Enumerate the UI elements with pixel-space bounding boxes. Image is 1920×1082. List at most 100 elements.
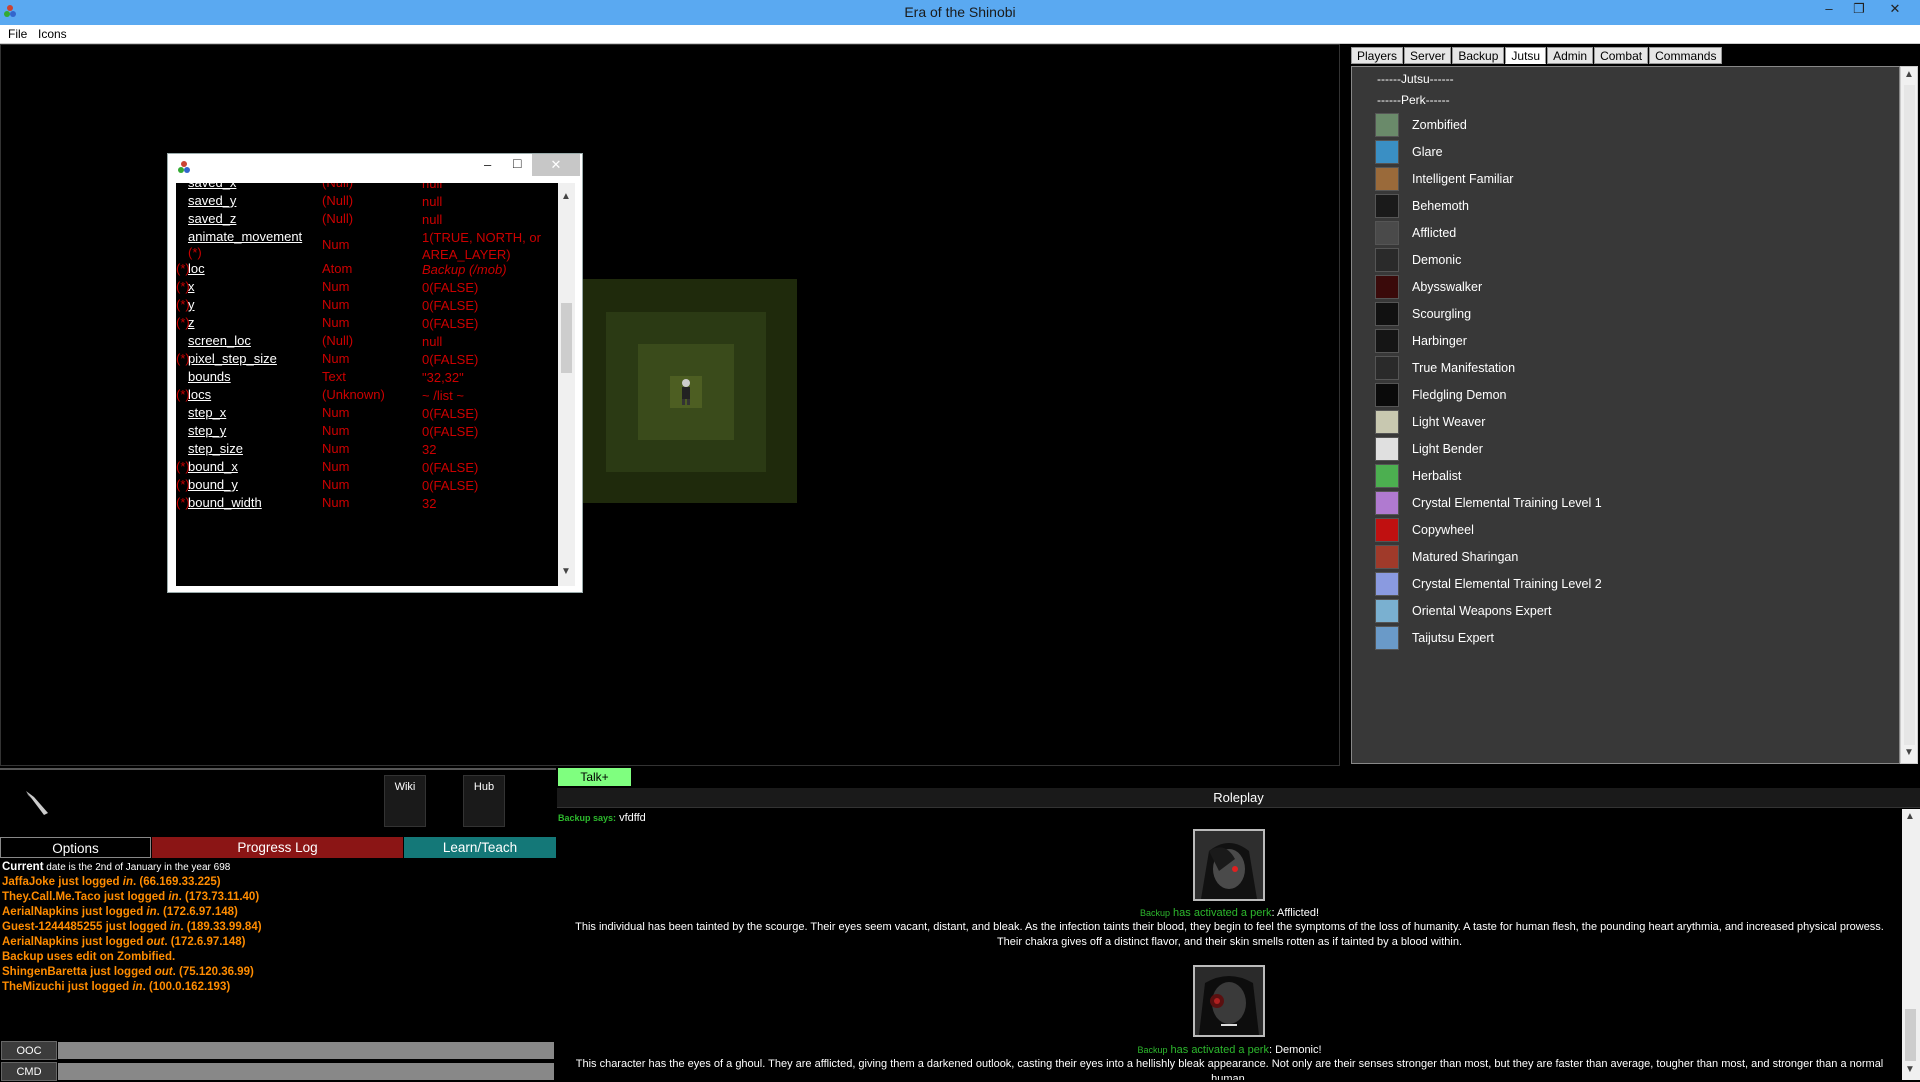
variable-value[interactable]: Backup (/mob) [422, 261, 558, 278]
perk-item[interactable]: Scourgling [1375, 301, 1875, 328]
scroll-down-icon[interactable]: ▼ [1905, 1064, 1915, 1075]
variable-value[interactable]: null [422, 183, 558, 192]
variable-name[interactable]: screen_loc [188, 333, 251, 348]
perk-name[interactable]: Behemoth [1412, 199, 1469, 213]
perk-icon[interactable] [1375, 410, 1399, 434]
variable-name[interactable]: bound_y [188, 477, 238, 492]
perk-item[interactable]: Abysswalker [1375, 274, 1875, 301]
variable-value[interactable]: 0(FALSE) [422, 279, 558, 296]
inspector-row[interactable]: bound_width (*) Num 32 [176, 495, 558, 517]
perk-list[interactable]: ------Jutsu------ ------Perk------ Zombi… [1351, 66, 1900, 764]
perk-icon[interactable] [1375, 275, 1399, 299]
perk-icon[interactable] [1375, 329, 1399, 353]
perk-item[interactable]: Behemoth [1375, 193, 1875, 220]
perk-name[interactable]: Abysswalker [1412, 280, 1482, 294]
ooc-input[interactable] [58, 1042, 554, 1059]
progress-log-button[interactable]: Progress Log [152, 837, 403, 858]
hub-button[interactable]: Hub [463, 775, 505, 827]
tab-admin[interactable]: Admin [1547, 47, 1594, 64]
restore-button[interactable]: ❐ [1844, 1, 1874, 21]
variable-value[interactable]: 0(FALSE) [422, 351, 558, 368]
perk-item[interactable]: True Manifestation [1375, 355, 1875, 382]
perk-list-scrollbar[interactable]: ▲ ▼ [1900, 66, 1918, 764]
perk-name[interactable]: Harbinger [1412, 334, 1467, 348]
cmd-input[interactable] [58, 1063, 554, 1080]
perk-scroll-track[interactable] [1904, 85, 1915, 745]
chat-scroll-thumb[interactable] [1905, 1009, 1916, 1061]
perk-name[interactable]: Light Weaver [1412, 415, 1485, 429]
variable-value[interactable]: 0(FALSE) [422, 477, 558, 494]
variable-name[interactable]: pixel_step_size [188, 351, 277, 366]
variable-value[interactable]: "32,32" [422, 369, 558, 386]
tab-server[interactable]: Server [1404, 47, 1452, 64]
perk-item[interactable]: Demonic [1375, 247, 1875, 274]
inspector-close-button[interactable]: ✕ [532, 154, 580, 176]
perk-icon[interactable] [1375, 599, 1399, 623]
perk-icon[interactable] [1375, 464, 1399, 488]
variable-name[interactable]: locs [188, 387, 211, 402]
tab-commands[interactable]: Commands [1649, 47, 1723, 64]
variable-name[interactable]: bound_width [188, 495, 262, 510]
variable-name[interactable]: saved_y [188, 193, 236, 208]
perk-name[interactable]: Afflicted [1412, 226, 1456, 240]
options-button[interactable]: Options [0, 837, 151, 858]
perk-item[interactable]: Matured Sharingan [1375, 544, 1875, 571]
perk-icon[interactable] [1375, 491, 1399, 515]
variable-name[interactable]: z [188, 315, 195, 330]
variable-name[interactable]: animate_movement [188, 229, 322, 244]
perk-item[interactable]: Light Bender [1375, 436, 1875, 463]
scroll-down-icon[interactable]: ▼ [561, 566, 571, 577]
learn-teach-button[interactable]: Learn/Teach [404, 837, 556, 858]
tab-combat[interactable]: Combat [1594, 47, 1649, 64]
variable-value[interactable]: 32 [422, 441, 558, 458]
perk-icon[interactable] [1375, 437, 1399, 461]
perk-item[interactable]: Intelligent Familiar [1375, 166, 1875, 193]
scroll-up-icon[interactable]: ▲ [1904, 69, 1914, 80]
perk-item[interactable]: Fledgling Demon [1375, 382, 1875, 409]
perk-item[interactable]: Harbinger [1375, 328, 1875, 355]
variable-value[interactable]: 0(FALSE) [422, 315, 558, 332]
inspector-scrollbar[interactable]: ▲ ▼ [558, 183, 575, 586]
perk-icon[interactable] [1375, 140, 1399, 164]
menu-file[interactable]: File [8, 27, 27, 41]
variable-value[interactable]: 1(TRUE, NORTH, or AREA_LAYER) [422, 229, 558, 263]
menu-icons[interactable]: Icons [38, 27, 67, 41]
variable-value[interactable]: null [422, 193, 558, 210]
perk-icon[interactable] [1375, 626, 1399, 650]
inspector-minimize-button[interactable]: – [484, 157, 491, 172]
perk-item[interactable]: Glare [1375, 139, 1875, 166]
perk-name[interactable]: True Manifestation [1412, 361, 1515, 375]
perk-name[interactable]: Herbalist [1412, 469, 1461, 483]
player-character-sprite[interactable] [678, 378, 694, 406]
variable-name[interactable]: step_size [188, 441, 243, 456]
variable-value[interactable]: 0(FALSE) [422, 459, 558, 476]
perk-name[interactable]: Crystal Elemental Training Level 2 [1412, 577, 1602, 591]
perk-item[interactable]: Light Weaver [1375, 409, 1875, 436]
inspector-title-bar[interactable]: – □ ✕ [168, 154, 582, 179]
perk-icon[interactable] [1375, 572, 1399, 596]
perk-name[interactable]: Zombified [1412, 118, 1467, 132]
inspector-scroll-thumb[interactable] [561, 303, 572, 373]
scroll-down-icon[interactable]: ▼ [1904, 747, 1914, 758]
perk-item[interactable]: Taijutsu Expert [1375, 625, 1875, 652]
perk-icon[interactable] [1375, 545, 1399, 569]
scroll-up-icon[interactable]: ▲ [561, 191, 571, 202]
variable-name[interactable]: x [188, 279, 195, 294]
wiki-button[interactable]: Wiki [384, 775, 426, 827]
variable-value[interactable]: 0(FALSE) [422, 297, 558, 314]
tab-players[interactable]: Players [1351, 47, 1404, 64]
close-button[interactable]: ✕ [1880, 1, 1910, 21]
variable-name[interactable]: saved_x [188, 183, 236, 190]
perk-item[interactable]: Oriental Weapons Expert [1375, 598, 1875, 625]
perk-icon[interactable] [1375, 302, 1399, 326]
variable-value[interactable]: ~ /list ~ [422, 387, 558, 404]
scroll-up-icon[interactable]: ▲ [1905, 811, 1915, 822]
perk-item[interactable]: Crystal Elemental Training Level 1 [1375, 490, 1875, 517]
chat-scrollbar[interactable]: ▲ ▼ [1902, 809, 1920, 1080]
kunai-icon[interactable] [22, 787, 54, 819]
variable-name[interactable]: y [188, 297, 195, 312]
variable-name[interactable]: loc [188, 261, 205, 276]
talk-tab[interactable]: Talk+ [558, 768, 631, 786]
variable-name[interactable]: step_x [188, 405, 226, 420]
perk-item[interactable]: Herbalist [1375, 463, 1875, 490]
